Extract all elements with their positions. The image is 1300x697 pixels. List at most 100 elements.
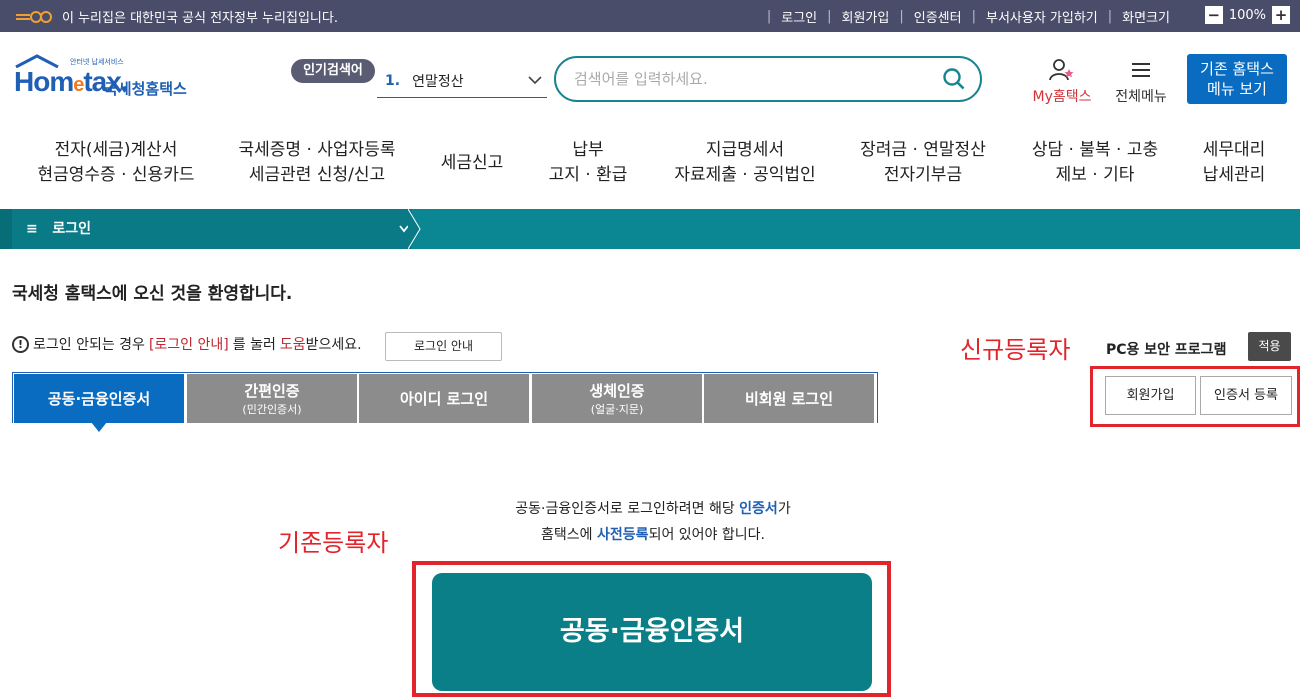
nav-item-tax-agent[interactable]: 세무대리 납세관리 (1194, 138, 1274, 188)
notice-text-mid: 를 눌러 (232, 337, 276, 353)
gov-notice: 이 누리집은 대한민국 공식 전자정부 누리집입니다. (14, 7, 338, 26)
my-hometax-button[interactable]: My홈택스 (1026, 58, 1098, 106)
security-program-label: PC용 보안 프로그램 (1106, 342, 1227, 358)
desc-text: 되어 있어야 합니다. (648, 527, 765, 543)
login-notice: ! 로그인 안되는 경우 [로그인 안내] 를 눌러 도움 받으세요. (12, 334, 362, 354)
nav-item-line1: 납부 (572, 140, 604, 160)
zoom-control: − 100% + (1204, 6, 1290, 24)
popular-search-select[interactable]: 1. 연말정산 (377, 64, 547, 98)
gov-emblem-icon (16, 10, 52, 23)
nav-item-line2: 제보 · 기타 (1055, 165, 1135, 185)
search-box (554, 56, 982, 102)
breadcrumb-stripe (0, 209, 12, 249)
zoom-out-button[interactable]: − (1204, 6, 1223, 24)
nav-item-line1: 국세증명 · 사업자등록 (238, 140, 396, 160)
description-line2: 홈택스에 사전등록되어 있어야 합니다. (440, 522, 866, 548)
tab-label: 아이디 로그인 (399, 390, 489, 408)
breadcrumb-arrow-icon (408, 209, 421, 249)
nav-item-line2: 전자기부금 (883, 165, 963, 185)
annotation-new-registrant: 신규등록자 (960, 336, 1071, 364)
nav-item-payment-statements[interactable]: 지급명세서 자료제출 · 공익법인 (664, 138, 826, 188)
breadcrumb-label: 로그인 (52, 221, 91, 237)
tab-sublabel: (얼굴·지문) (590, 403, 644, 416)
nav-item-payment[interactable]: 납부 고지 · 환급 (540, 138, 636, 188)
nav-item-consulting[interactable]: 상담 · 불복 · 고충 제보 · 기타 (1022, 138, 1168, 188)
signup-link[interactable]: 회원가입 (832, 7, 900, 26)
hamburger-icon (1132, 63, 1150, 77)
login-tabs: 공동·금융인증서 간편인증 (민간인증서) 아이디 로그인 생체인증 (얼굴·지… (12, 372, 878, 423)
desc-emphasis: 사전등록 (597, 527, 649, 543)
header: 안터넷 납세서비스 Hometax. 국세청홈택스 인기검색어 1. 연말정산 … (0, 32, 1300, 122)
nav-item-line2: 고지 · 환급 (548, 165, 628, 185)
nav-item-certificates[interactable]: 국세증명 · 사업자등록 세금관련 신청/신고 (226, 138, 408, 188)
nav-item-line1: 상담 · 불복 · 고충 (1031, 140, 1159, 160)
nav-item-line1: 세무대리 (1202, 140, 1266, 160)
zoom-in-button[interactable]: + (1272, 6, 1290, 24)
tab-label: 비회원 로그인 (744, 390, 834, 408)
old-hometax-line2: 메뉴 보기 (1207, 80, 1267, 98)
page-title: 국세청 홈택스에 오신 것을 환영합니다. (12, 284, 293, 304)
all-menu-label: 전체메뉴 (1115, 89, 1167, 105)
desc-text: 홈택스에 (541, 527, 593, 543)
login-link[interactable]: 로그인 (771, 7, 827, 26)
cert-center-link[interactable]: 인증센터 (904, 7, 972, 26)
breadcrumb-login-dropdown[interactable]: ≡ 로그인 (12, 209, 412, 249)
nav-item-line2: 세금관련 신청/신고 (248, 165, 386, 185)
tab-simple-auth[interactable]: 간편인증 (민간인증서) (187, 374, 357, 423)
joint-financial-cert-login-button[interactable]: 공동·금융인증서 (432, 573, 872, 691)
info-icon: ! (12, 335, 29, 353)
desc-text: 공동·금융인증서로 로그인하려면 해당 (515, 501, 735, 517)
cert-login-description: 공동·금융인증서로 로그인하려면 해당 인증서가 홈택스에 사전등록되어 있어야… (440, 496, 866, 548)
nav-item-line2: 납세관리 (1202, 165, 1266, 185)
popular-term: 연말정산 (412, 73, 464, 90)
menu-lines-icon: ≡ (26, 221, 38, 237)
notice-help: 도움 (279, 337, 306, 353)
annotation-existing-registrant: 기존등록자 (278, 529, 389, 557)
chevron-down-icon (528, 76, 542, 85)
logo-home: Hom (14, 66, 74, 97)
login-guide-link[interactable]: [로그인 안내] (149, 334, 229, 354)
cert-register-button[interactable]: 인증서 등록 (1200, 376, 1292, 415)
nav-item-line1: 장려금 · 연말정산 (860, 140, 986, 160)
all-menu-button[interactable]: 전체메뉴 (1110, 58, 1172, 106)
login-guide-button[interactable]: 로그인 안내 (385, 332, 502, 361)
popular-rank: 1. (385, 72, 401, 89)
breadcrumb: ≡ 로그인 (0, 209, 1300, 249)
hometax-logo[interactable]: 안터넷 납세서비스 Hometax. 국세청홈택스 (14, 54, 234, 104)
desc-emphasis: 인증서 (739, 501, 778, 517)
search-input[interactable] (574, 68, 934, 90)
dept-user-signup-link[interactable]: 부서사용자 가입하기 (976, 7, 1108, 26)
zoom-value: 100% (1228, 7, 1266, 23)
tab-joint-financial-cert[interactable]: 공동·금융인증서 (14, 374, 184, 423)
nav-item-tax-filing[interactable]: 세금신고 (432, 138, 512, 188)
popular-search-badge: 인기검색어 (291, 59, 375, 83)
screen-size-label: 화면크기 (1122, 11, 1170, 26)
topbar-links: | 로그인 | 회원가입 | 인증센터 | 부서사용자 가입하기 | 화면크기 (767, 7, 1180, 26)
tab-sublabel: (민간인증서) (242, 403, 302, 416)
search-icon[interactable] (942, 67, 966, 91)
gov-topbar: 이 누리집은 대한민국 공식 전자정부 누리집입니다. | 로그인 | 회원가입… (0, 0, 1300, 32)
old-hometax-line1: 기존 홈택스 (1200, 60, 1274, 78)
old-hometax-menu-button[interactable]: 기존 홈택스 메뉴 보기 (1187, 54, 1287, 104)
active-tab-pointer (91, 422, 107, 432)
tab-guest-login[interactable]: 비회원 로그인 (704, 374, 874, 423)
main-navigation: 전자(세금)계산서 현금영수증 · 신용카드 국세증명 · 사업자등록 세금관련… (0, 138, 1300, 190)
my-hometax-label: My홈택스 (1032, 89, 1092, 105)
user-icon (1049, 59, 1074, 81)
nav-item-line1: 전자(세금)계산서 (54, 140, 178, 160)
logo-korean: 국세청홈택스 (104, 80, 187, 98)
tab-biometric[interactable]: 생체인증 (얼굴·지문) (532, 374, 702, 423)
signup-button[interactable]: 회원가입 (1105, 376, 1196, 415)
notice-text-post: 받으세요. (305, 337, 362, 353)
logo-e: e (73, 74, 84, 96)
nav-item-line1: 세금신고 (440, 153, 504, 173)
nav-item-incentives[interactable]: 장려금 · 연말정산 전자기부금 (850, 138, 996, 188)
tab-label: 생체인증 (589, 382, 645, 400)
gov-notice-text: 이 누리집은 대한민국 공식 전자정부 누리집입니다. (62, 11, 338, 26)
description-line1: 공동·금융인증서로 로그인하려면 해당 인증서가 (440, 496, 866, 522)
nav-item-e-invoice[interactable]: 전자(세금)계산서 현금영수증 · 신용카드 (30, 138, 202, 188)
desc-text: 가 (777, 501, 791, 517)
tab-label: 공동·금융인증서 (47, 390, 151, 408)
apply-security-button[interactable]: 적용 (1248, 332, 1291, 361)
tab-id-login[interactable]: 아이디 로그인 (359, 374, 529, 423)
